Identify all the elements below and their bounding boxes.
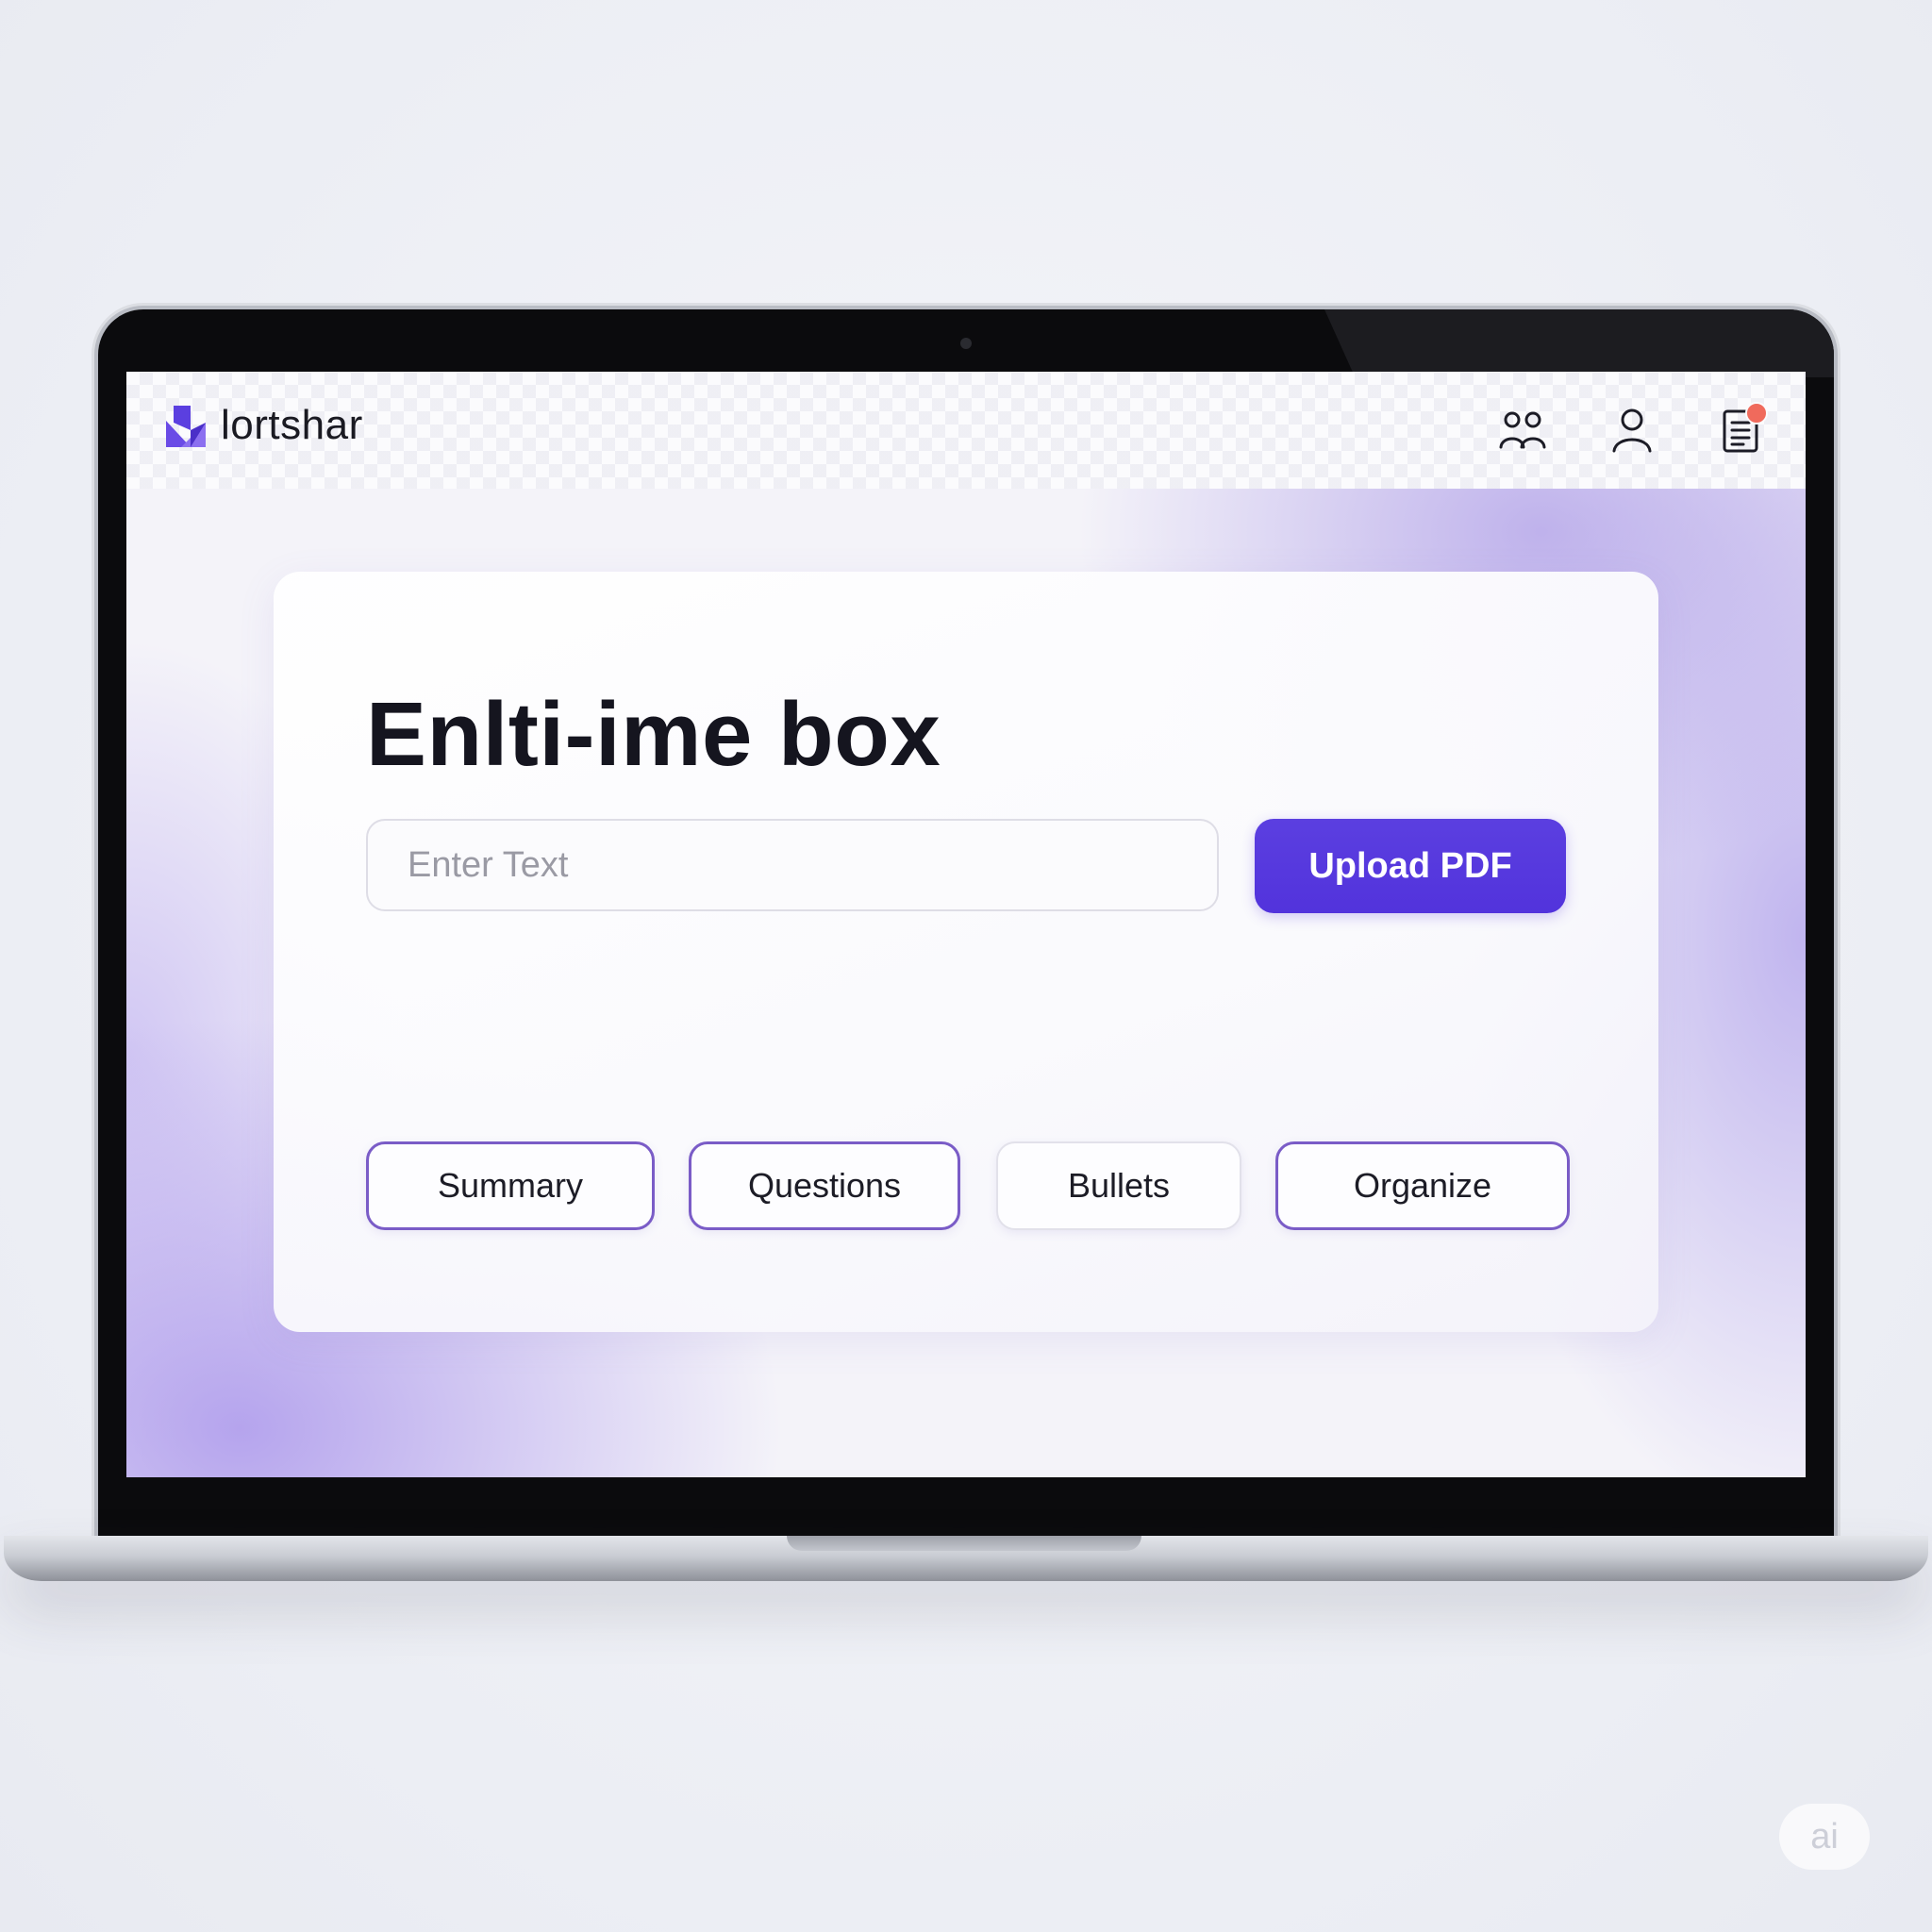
notification-badge: [1745, 402, 1768, 425]
header-icons: [1496, 402, 1768, 457]
webcam: [960, 338, 972, 349]
lid-opening-notch: [787, 1536, 1141, 1551]
brand[interactable]: lortshar: [162, 402, 363, 449]
brand-logo-icon: [162, 402, 209, 449]
document-icon[interactable]: [1715, 402, 1768, 457]
laptop-screen: lortshar Enlti-ime box Enter Text Upload…: [126, 372, 1806, 1477]
screen-bottom-bezel: [126, 1477, 1806, 1536]
input-card: Enlti-ime box Upload PDF Summary Questio…: [274, 572, 1658, 1332]
page-title: Enlti-ime box: [366, 684, 941, 785]
summary-button[interactable]: Summary: [366, 1141, 655, 1230]
lid-glare: [1324, 309, 1834, 377]
brand-name: lortshar: [221, 402, 363, 448]
user-icon[interactable]: [1606, 404, 1658, 457]
top-bar: lortshar: [126, 372, 1806, 489]
questions-button[interactable]: Questions: [689, 1141, 960, 1230]
laptop-base: [4, 1536, 1928, 1581]
scene: lortshar Enlti-ime box Enter Text Upload…: [0, 0, 1932, 1932]
upload-pdf-button[interactable]: Upload PDF: [1255, 819, 1566, 913]
laptop-lid: lortshar Enlti-ime box Enter Text Upload…: [98, 309, 1834, 1536]
organize-button[interactable]: Organize: [1275, 1141, 1570, 1230]
bullets-button[interactable]: Bullets: [996, 1141, 1241, 1230]
text-input[interactable]: [366, 819, 1219, 911]
people-icon[interactable]: [1496, 404, 1549, 457]
watermark: ai: [1779, 1804, 1870, 1870]
